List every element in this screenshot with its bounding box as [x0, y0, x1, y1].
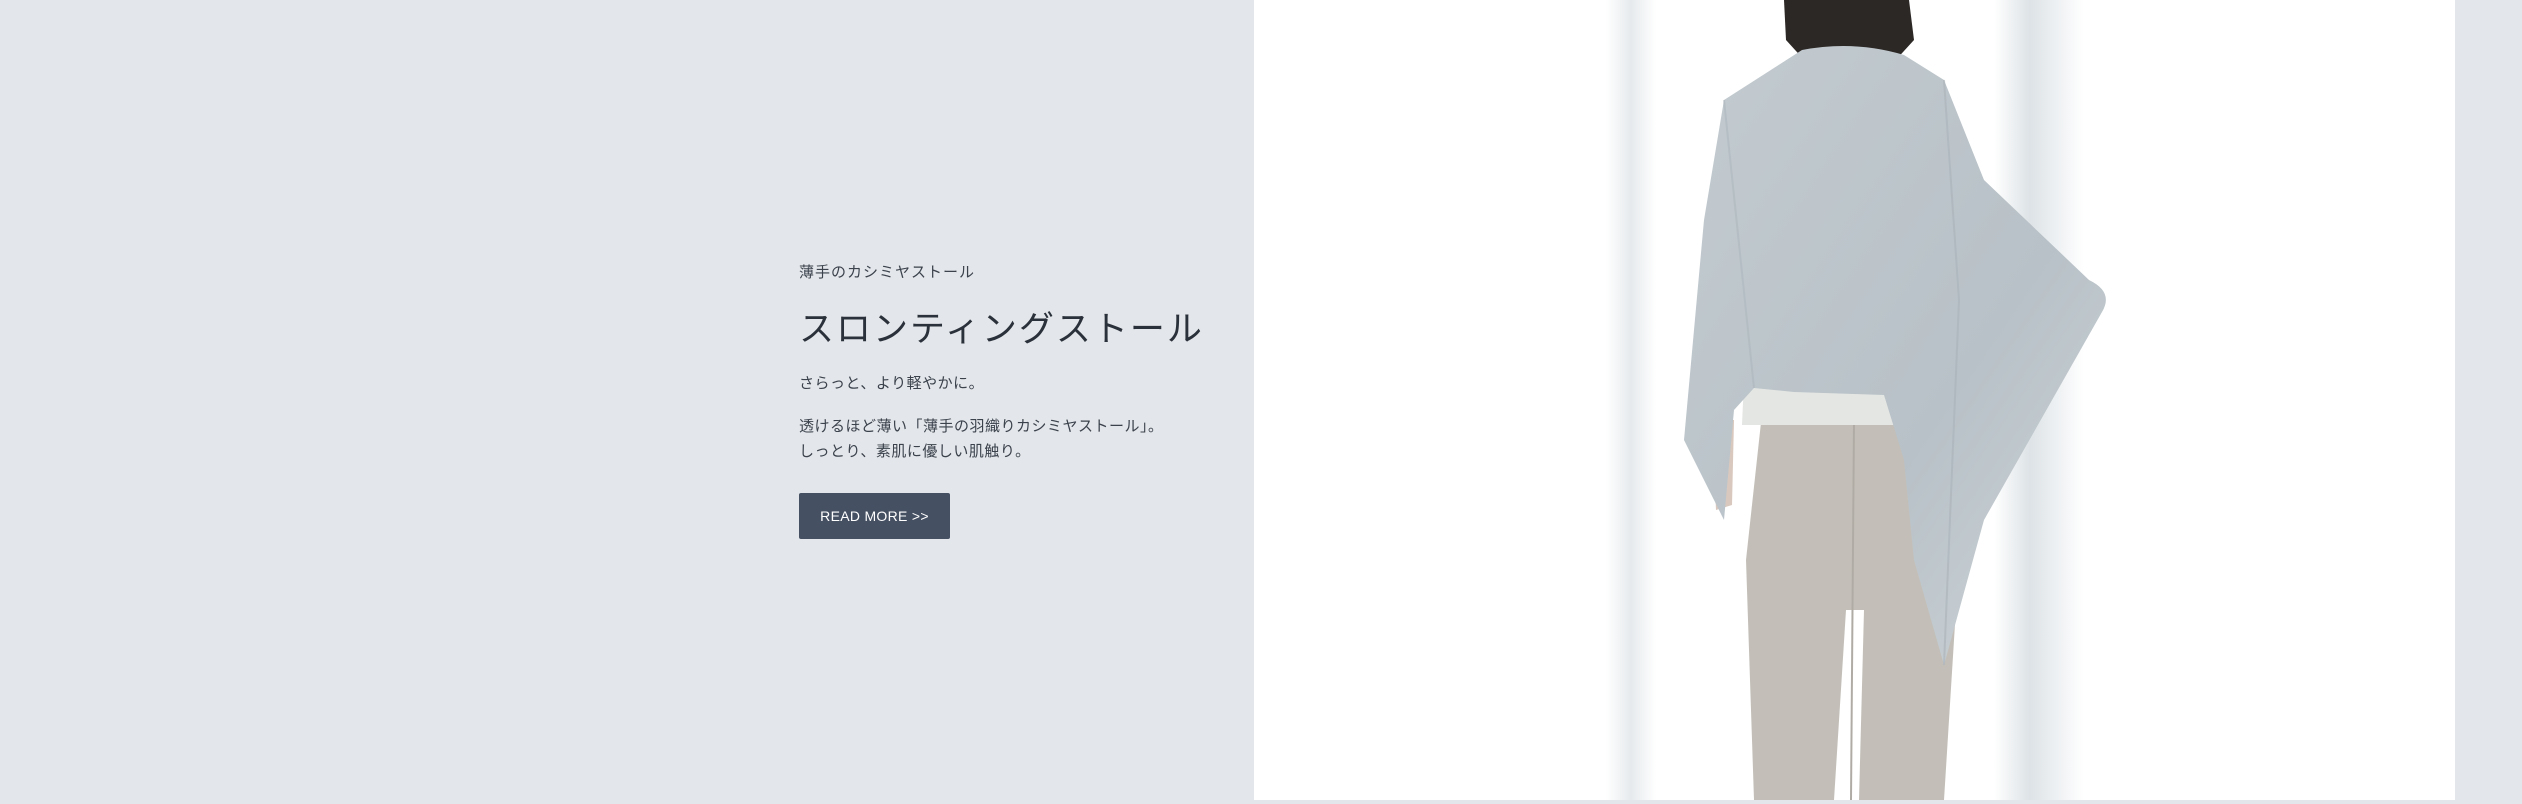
curtain-left: [1606, 0, 1656, 800]
feature-title: スロンティングストール: [799, 310, 1204, 350]
hero-section: 薄手のカシミヤストール スロンティングストール さらっと、より軽やかに。 透ける…: [0, 0, 2522, 804]
feature-lead: さらっと、より軽やかに。: [799, 374, 985, 392]
feature-description-line-2: しっとり、素肌に優しい肌触り。: [799, 442, 1031, 460]
product-photo: [1254, 0, 2455, 800]
read-more-button[interactable]: READ MORE >>: [799, 493, 950, 539]
feature-description-line-1: 透けるほど薄い「薄手の羽織りカシミヤストール」。: [799, 417, 1164, 435]
feature-eyebrow: 薄手のカシミヤストール: [799, 263, 976, 281]
product-photo-illustration: [1254, 0, 2455, 800]
feature-description: 透けるほど薄い「薄手の羽織りカシミヤストール」。 しっとり、素肌に優しい肌触り。: [799, 414, 1239, 464]
feature-text-block: 薄手のカシミヤストール スロンティングストール さらっと、より軽やかに。 透ける…: [799, 262, 1239, 539]
